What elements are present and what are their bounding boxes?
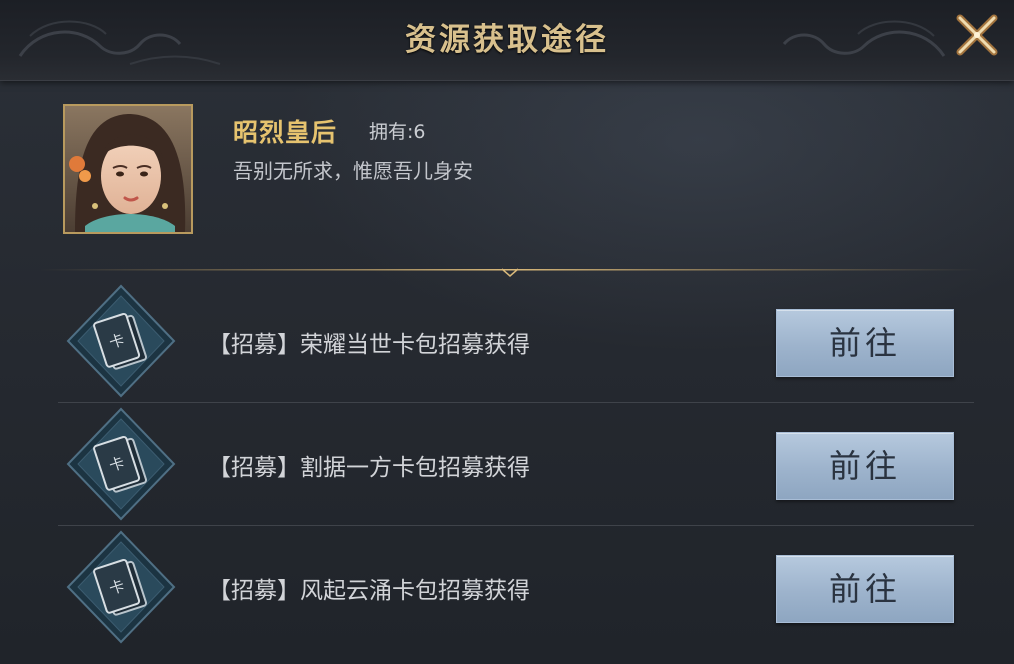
card-pack-icon: 卡: [66, 284, 176, 398]
go-button[interactable]: 前往: [776, 309, 954, 377]
card-pack-icon: 卡: [66, 530, 176, 644]
card-pack-icon: 卡: [66, 407, 176, 521]
hero-avatar: [63, 104, 193, 234]
source-row: 卡 【招募】风起云涌卡包招募获得 前往: [0, 526, 1014, 648]
close-x-icon: [956, 14, 998, 56]
gold-divider: [40, 268, 980, 277]
hero-name: 昭烈皇后: [233, 118, 338, 147]
source-description: 【招募】荣耀当世卡包招募获得: [208, 332, 530, 358]
panel-header: 资源获取途径: [0, 0, 1014, 81]
hero-quote: 吾别无所求，惟愿吾儿身安: [233, 159, 473, 183]
panel-title: 资源获取途径: [405, 22, 609, 58]
source-description: 【招募】割据一方卡包招募获得: [208, 455, 530, 481]
source-row: 卡 【招募】割据一方卡包招募获得 前往: [0, 403, 1014, 526]
hero-portrait-icon: [65, 106, 191, 232]
source-row: 卡 【招募】荣耀当世卡包招募获得 前往: [0, 280, 1014, 403]
close-button[interactable]: [952, 10, 1002, 60]
go-button[interactable]: 前往: [776, 555, 954, 623]
resource-source-panel: 资源获取途径 昭烈皇后 拥有:6 吾别无所求，惟愿吾儿身安 卡 【招募】荣耀当世…: [0, 0, 1014, 664]
owned-count: 拥有:6: [369, 121, 426, 143]
go-button[interactable]: 前往: [776, 432, 954, 500]
source-description: 【招募】风起云涌卡包招募获得: [208, 578, 530, 604]
